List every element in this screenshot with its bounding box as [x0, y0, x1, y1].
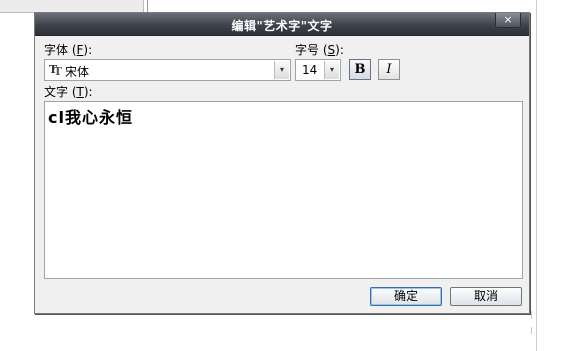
close-icon: × — [503, 13, 513, 26]
page-mark — [531, 311, 532, 319]
ok-button[interactable]: 确定 — [370, 287, 442, 306]
dialog-title: 编辑"艺术字"文字 — [231, 19, 333, 33]
page-mark — [531, 327, 532, 334]
close-button[interactable]: × — [495, 13, 521, 28]
font-select[interactable]: TT 宋体 ▾ — [44, 59, 291, 81]
bold-button[interactable]: B — [349, 59, 371, 80]
font-type-icon: TT — [49, 63, 62, 78]
size-value: 14 — [302, 63, 318, 77]
window-edge — [536, 0, 566, 351]
chevron-down-icon[interactable]: ▾ — [274, 61, 289, 79]
size-label: 字号 (S): — [295, 43, 344, 57]
text-input-value: cl我心永恒 — [48, 108, 133, 127]
dialog-titlebar[interactable]: 编辑"艺术字"文字 × — [35, 13, 529, 36]
text-label: 文字 (T): — [44, 85, 93, 99]
italic-button[interactable]: I — [378, 59, 400, 80]
edit-wordart-dialog: 编辑"艺术字"文字 × 字体 (F): 字号 (S): TT 宋体 ▾ 14 ▾… — [34, 12, 530, 314]
font-label: 字体 (F): — [44, 43, 93, 57]
size-select[interactable]: 14 ▾ — [295, 59, 341, 81]
text-input[interactable]: cl我心永恒 — [44, 101, 523, 279]
chevron-down-icon[interactable]: ▾ — [324, 61, 339, 79]
font-value: 宋体 — [65, 65, 90, 79]
cancel-button[interactable]: 取消 — [450, 287, 522, 306]
